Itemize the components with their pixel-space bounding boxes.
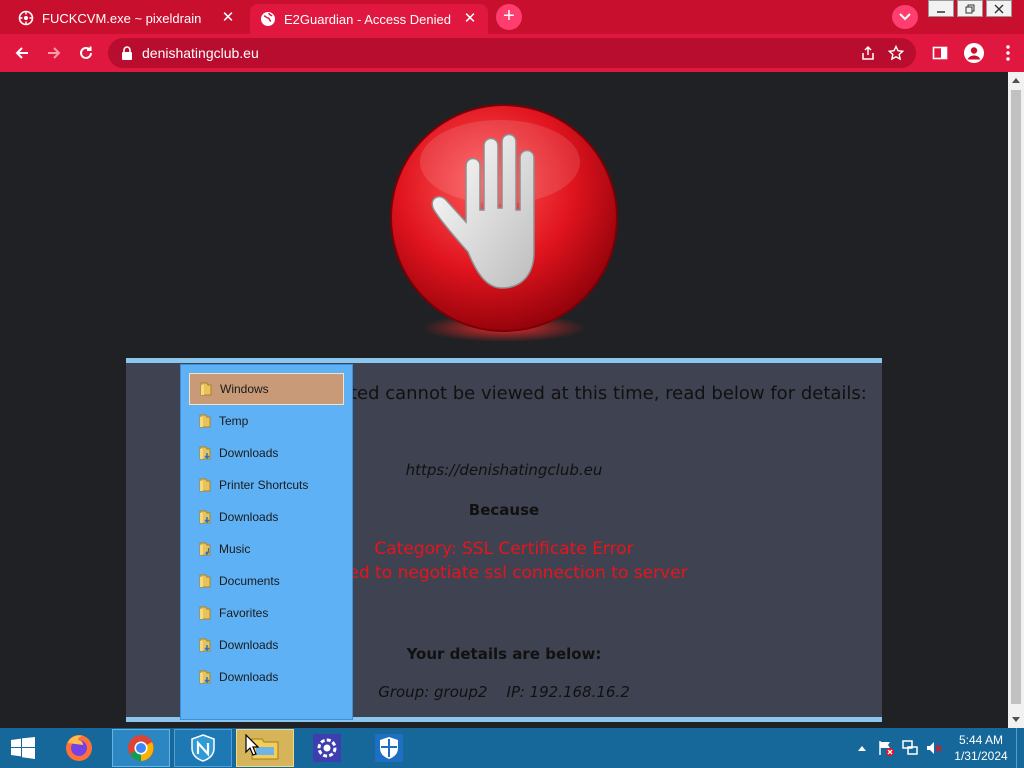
folder-item-downloads[interactable]: Downloads (189, 629, 344, 661)
arrow-left-icon (15, 47, 28, 59)
reload-button[interactable] (70, 37, 102, 69)
volume-muted-icon[interactable] (922, 736, 946, 760)
chevron-down-icon (899, 13, 911, 21)
reload-icon (80, 46, 92, 59)
downloads-folder-icon (199, 510, 211, 524)
folder-icon (200, 382, 212, 396)
action-center-flag-icon[interactable] (874, 736, 898, 760)
favorites-folder-icon (199, 606, 211, 620)
back-button[interactable] (6, 37, 38, 69)
minimize-button[interactable] (928, 0, 954, 17)
folder-item-documents[interactable]: Documents (189, 565, 344, 597)
show-hidden-icons-icon[interactable] (850, 736, 874, 760)
folder-item-label: Temp (219, 414, 249, 428)
taskbar-nextdns[interactable] (174, 729, 232, 767)
lock-icon[interactable] (120, 46, 134, 60)
restore-button[interactable] (957, 0, 983, 17)
url-text: denishatingclub.eu (142, 45, 259, 61)
address-bar[interactable]: denishatingclub.eu (108, 38, 916, 68)
folder-item-label: Music (219, 542, 251, 556)
downloads-folder-icon (199, 670, 211, 684)
folder-item-label: Printer Shortcuts (219, 478, 309, 492)
browser-toolbar: denishatingclub.eu (0, 34, 1024, 72)
pixeldrain-favicon-icon (18, 10, 34, 26)
folder-item-temp[interactable]: Temp (189, 405, 344, 437)
folder-item-label: Downloads (219, 638, 279, 652)
page-scrollbar[interactable] (1008, 72, 1024, 728)
scroll-thumb[interactable] (1011, 90, 1021, 704)
firefox-icon (66, 735, 92, 761)
clock-time: 5:44 AM (958, 733, 1004, 747)
chrome-icon (128, 735, 154, 761)
downloads-folder-icon (199, 446, 211, 460)
taskbar-firefox[interactable] (50, 729, 108, 767)
documents-folder-icon (199, 574, 211, 588)
tab-e2guardian[interactable]: E2Guardian - Access Denied ✕ (250, 4, 488, 34)
toolbar-right (924, 34, 1024, 72)
forward-button[interactable] (38, 37, 70, 69)
tab-title: FUCKCVM.exe ~ pixeldrain (42, 10, 202, 26)
taskbar-settings[interactable] (298, 729, 356, 767)
network-icon[interactable] (898, 736, 922, 760)
folder-item-printer-shortcuts[interactable]: Printer Shortcuts (189, 469, 344, 501)
folder-item-label: Windows (220, 382, 269, 396)
taskbar-defender[interactable] (360, 729, 418, 767)
start-button[interactable] (0, 728, 46, 768)
folder-icon (199, 414, 211, 428)
mouse-cursor-icon (245, 734, 259, 756)
folder-item-downloads[interactable]: Downloads (189, 661, 344, 693)
share-icon[interactable] (854, 39, 882, 67)
folder-item-windows[interactable]: Windows (189, 373, 344, 405)
folder-item-label: Downloads (219, 510, 279, 524)
page-content: The site requested cannot be viewed at t… (0, 72, 1008, 728)
close-window-button[interactable] (986, 0, 1012, 17)
windows-logo-icon (11, 737, 35, 759)
side-panel-icon[interactable] (924, 39, 956, 67)
folder-icon (199, 478, 211, 492)
stop-hand-icon (390, 104, 618, 342)
defender-icon (375, 734, 403, 762)
tab-strip: FUCKCVM.exe ~ pixeldrain ✕ E2Guardian - … (0, 0, 1024, 34)
taskbar-clock[interactable]: 5:44 AM 1/31/2024 (946, 732, 1016, 764)
show-desktop-button[interactable] (1016, 728, 1024, 768)
clock-date: 1/31/2024 (954, 749, 1008, 763)
folder-item-label: Downloads (219, 446, 279, 460)
globe-icon (260, 11, 276, 27)
scroll-up-arrow-icon[interactable] (1012, 78, 1020, 83)
tab-pixeldrain[interactable]: FUCKCVM.exe ~ pixeldrain ✕ (8, 4, 246, 32)
tab-search-button[interactable] (892, 5, 918, 29)
folder-item-downloads[interactable]: Downloads (189, 437, 344, 469)
tab-close-icon[interactable]: ✕ (220, 10, 236, 26)
arrow-right-icon (48, 47, 61, 59)
nextdns-icon (191, 734, 215, 762)
folder-item-favorites[interactable]: Favorites (189, 597, 344, 629)
folder-item-label: Documents (219, 574, 280, 588)
system-tray: 5:44 AM 1/31/2024 (850, 728, 1024, 768)
folder-item-label: Favorites (219, 606, 269, 620)
folder-item-downloads[interactable]: Downloads (189, 501, 344, 533)
downloads-folder-icon (199, 638, 211, 652)
tab-title: E2Guardian - Access Denied (284, 11, 451, 27)
taskbar: 5:44 AM 1/31/2024 (0, 728, 1024, 768)
menu-kebab-icon[interactable] (992, 39, 1024, 67)
folder-jump-menu: Windows Temp Downloads Printer Shortcuts… (180, 364, 353, 720)
settings-icon (313, 734, 341, 762)
window-controls (928, 0, 1012, 17)
tab-close-icon[interactable]: ✕ (462, 11, 478, 27)
new-tab-button[interactable]: + (496, 4, 522, 30)
folder-item-music[interactable]: Music (189, 533, 344, 565)
music-folder-icon (199, 542, 211, 556)
taskbar-chrome[interactable] (112, 729, 170, 767)
bookmark-star-icon[interactable] (882, 39, 910, 67)
folder-item-label: Downloads (219, 670, 279, 684)
scroll-down-arrow-icon[interactable] (1012, 717, 1020, 722)
profile-avatar-icon[interactable] (958, 39, 990, 67)
